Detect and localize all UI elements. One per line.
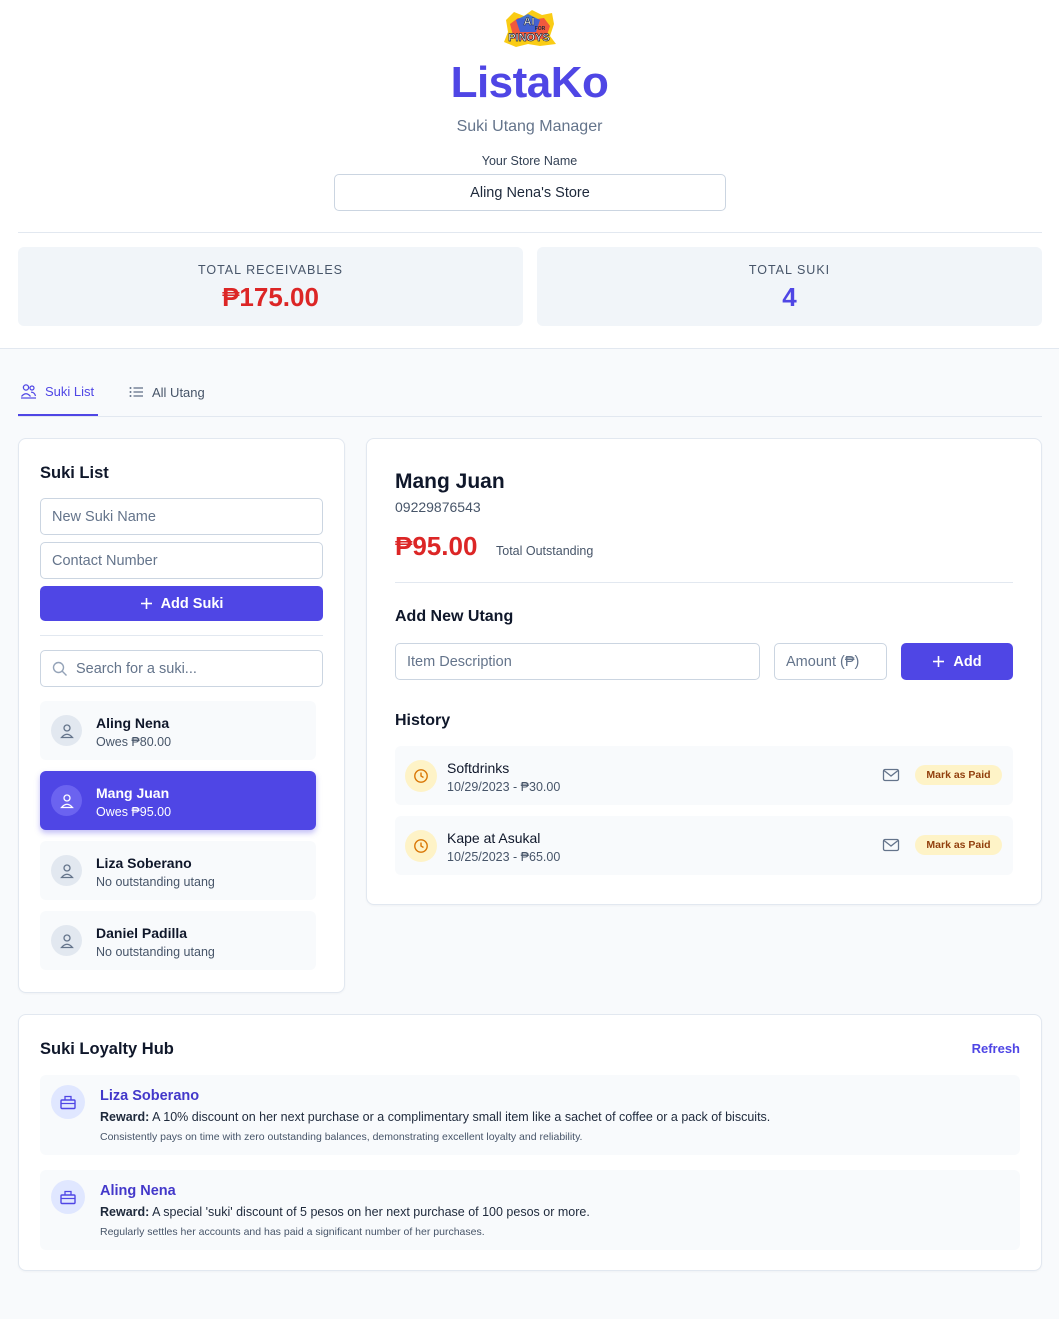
history-item-name: Kape at Asukal <box>447 830 541 846</box>
suki-list-item[interactable]: Liza Soberano No outstanding utang <box>40 841 316 900</box>
history-item-name: Softdrinks <box>447 760 510 776</box>
tab-all-utang[interactable]: All Utang <box>129 368 205 416</box>
tab-suki-list[interactable]: Suki List <box>18 368 98 416</box>
loyalty-hub-title: Suki Loyalty Hub <box>40 1040 174 1058</box>
store-name-input[interactable] <box>334 174 726 211</box>
amount-input[interactable] <box>774 643 887 680</box>
loyalty-reward-card: Liza Soberano Reward: A 10% discount on … <box>40 1075 1020 1155</box>
suki-detail-panel: Mang Juan 09229876543 ₱95.00 Total Outst… <box>366 438 1042 905</box>
suki-list-item[interactable]: Daniel Padilla No outstanding utang <box>40 911 316 970</box>
mark-as-paid-button[interactable]: Mark as Paid <box>915 765 1002 785</box>
user-icon <box>51 925 82 956</box>
tab-all-utang-label: All Utang <box>152 384 205 400</box>
total-receivables-label: TOTAL RECEIVABLES <box>197 263 344 277</box>
new-suki-name-input[interactable] <box>40 498 323 535</box>
clock-icon <box>405 830 437 862</box>
detail-phone: 09229876543 <box>395 499 481 515</box>
add-utang-button[interactable]: Add <box>901 643 1013 680</box>
user-icon <box>51 715 82 746</box>
add-suki-label: Add Suki <box>160 595 224 612</box>
clock-icon <box>405 760 437 792</box>
detail-name: Mang Juan <box>395 470 505 493</box>
reward-description: Reward: A special 'suki' discount of 5 p… <box>100 1205 590 1219</box>
plus-icon <box>140 598 152 609</box>
history-item-meta: 10/25/2023 - ₱65.00 <box>447 850 561 864</box>
store-name-label: Your Store Name <box>481 154 578 168</box>
suki-name: Mang Juan <box>96 785 170 801</box>
gift-icon <box>51 1085 85 1119</box>
detail-outstanding-label: Total Outstanding <box>496 544 594 558</box>
item-description-input[interactable] <box>395 643 760 680</box>
logo-text-ai: AI <box>524 16 535 28</box>
reward-text: A 10% discount on her next purchase or a… <box>152 1110 771 1124</box>
user-icon <box>51 855 82 886</box>
suki-balance: Owes ₱80.00 <box>96 735 172 749</box>
search-icon <box>52 661 67 676</box>
suki-name: Daniel Padilla <box>96 925 188 941</box>
contact-number-input[interactable] <box>40 542 323 579</box>
ai-for-pinoys-logo: AI FOR PINOYS <box>504 10 556 47</box>
loyalty-reward-card: Aling Nena Reward: A special 'suki' disc… <box>40 1170 1020 1250</box>
app-subtitle: Suki Utang Manager <box>456 118 603 135</box>
add-utang-title: Add New Utang <box>395 608 514 625</box>
gift-icon <box>51 1180 85 1214</box>
tab-suki-list-label: Suki List <box>45 383 95 399</box>
reward-reason: Consistently pays on time with zero outs… <box>100 1131 583 1143</box>
list-icon <box>129 387 143 397</box>
total-receivables-card: TOTAL RECEIVABLES ₱175.00 <box>18 247 523 326</box>
total-suki-value: 4 <box>782 282 797 312</box>
refresh-link[interactable]: Refresh <box>972 1041 1020 1056</box>
suki-list-item[interactable]: Aling Nena Owes ₱80.00 <box>40 701 316 760</box>
history-row: Softdrinks 10/29/2023 - ₱30.00 Mark as P… <box>395 746 1013 805</box>
plus-icon <box>933 656 945 667</box>
header-divider <box>18 232 1042 233</box>
mail-icon[interactable] <box>882 836 900 854</box>
mark-as-paid-button[interactable]: Mark as Paid <box>915 835 1002 855</box>
reward-suki-name: Aling Nena <box>100 1183 176 1199</box>
history-row: Kape at Asukal 10/25/2023 - ₱65.00 Mark … <box>395 816 1013 875</box>
users-icon <box>20 384 37 399</box>
total-receivables-value: ₱175.00 <box>222 282 319 312</box>
loyalty-hub-panel: Suki Loyalty Hub Refresh Liza Soberano R… <box>18 1014 1042 1271</box>
reward-suki-name: Liza Soberano <box>100 1088 200 1104</box>
reward-prefix: Reward: <box>100 1205 150 1219</box>
history-item-meta: 10/29/2023 - ₱30.00 <box>447 780 561 794</box>
suki-balance: Owes ₱95.00 <box>96 805 172 819</box>
reward-description: Reward: A 10% discount on her next purch… <box>100 1110 770 1124</box>
suki-name: Aling Nena <box>96 715 170 731</box>
total-suki-card: TOTAL SUKI 4 <box>537 247 1042 326</box>
logo-text-pinoys: PINOYS <box>508 32 550 44</box>
mail-icon[interactable] <box>882 766 900 784</box>
suki-list-panel: Suki List Add Suki Aling Nena Owes ₱80.0… <box>18 438 345 993</box>
user-icon <box>51 785 82 816</box>
add-suki-button[interactable]: Add Suki <box>40 586 323 621</box>
suki-balance: No outstanding utang <box>96 875 215 889</box>
add-utang-label: Add <box>953 653 982 670</box>
detail-divider <box>395 582 1013 583</box>
app-title: ListaKo <box>450 58 609 107</box>
suki-name: Liza Soberano <box>96 855 192 871</box>
history-title: History <box>395 712 451 729</box>
reward-text: A special 'suki' discount of 5 pesos on … <box>152 1205 590 1219</box>
suki-list-title: Suki List <box>40 464 109 482</box>
app-header: AI FOR PINOYS ListaKo Suki Utang Manager… <box>0 0 1059 349</box>
total-suki-label: TOTAL SUKI <box>748 263 831 277</box>
search-suki-input[interactable] <box>40 650 323 687</box>
suki-balance: No outstanding utang <box>96 945 215 959</box>
suki-list-item-selected[interactable]: Mang Juan Owes ₱95.00 <box>40 771 316 830</box>
suki-panel-divider <box>40 635 323 636</box>
reward-reason: Regularly settles her accounts and has p… <box>100 1226 485 1238</box>
reward-prefix: Reward: <box>100 1110 150 1124</box>
detail-outstanding-value: ₱95.00 <box>395 531 478 561</box>
tab-bar: Suki List All Utang <box>18 368 1042 417</box>
